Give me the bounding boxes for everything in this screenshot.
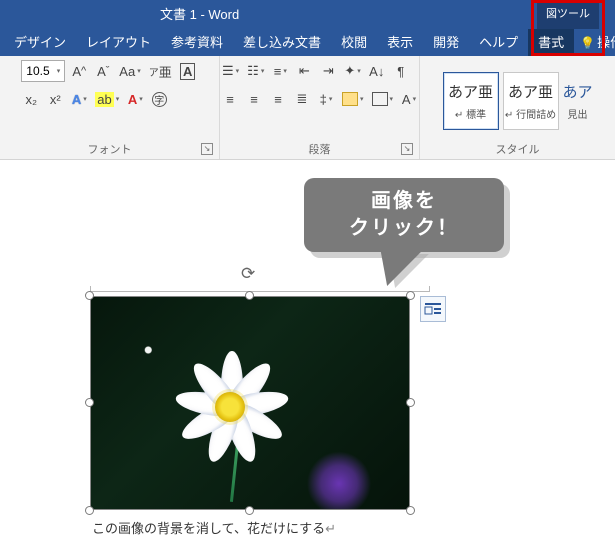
font-size-input[interactable]: 10.5 ▾	[21, 60, 65, 82]
ribbon-tabs: デザイン レイアウト 参考資料 差し込み文書 校閲 表示 開発 ヘルプ 書式 💡…	[0, 29, 615, 56]
show-marks-button[interactable]: ¶	[391, 60, 411, 82]
dialog-launcher-icon[interactable]: ↘	[401, 143, 413, 155]
align-right-button[interactable]: ≡	[268, 88, 288, 110]
grow-font-button[interactable]: A^	[69, 60, 89, 82]
style-no-spacing[interactable]: あア亜 ↵ 行間詰め	[503, 72, 559, 130]
dialog-launcher-icon[interactable]: ↘	[201, 143, 213, 155]
style-heading[interactable]: あア 見出	[563, 72, 593, 130]
multilevel-list-button[interactable]: ≡▾	[270, 60, 290, 82]
selected-image-frame: ⟳	[90, 296, 410, 510]
resize-handle[interactable]	[85, 398, 94, 407]
style-normal[interactable]: あア亜 ↵ 標準	[443, 72, 499, 130]
resize-handle[interactable]	[245, 506, 254, 515]
tab-design[interactable]: デザイン	[4, 29, 76, 56]
ribbon-group-styles: あア亜 ↵ 標準 あア亜 ↵ 行間詰め あア 見出 スタイル	[420, 56, 615, 159]
enclose-characters-button[interactable]: 字	[149, 88, 169, 110]
resize-handle[interactable]	[85, 506, 94, 515]
justify-button[interactable]: ≣	[292, 88, 312, 110]
text-effects-button[interactable]: A▾	[69, 88, 89, 110]
group-label-styles: スタイル	[426, 141, 609, 159]
layout-options-icon	[424, 300, 442, 318]
borders-button[interactable]: ▾	[370, 88, 396, 110]
change-case-button[interactable]: Aa▾	[117, 60, 142, 82]
ribbon-group-font: 10.5 ▾ A^ Aˇ Aa▾ ア亜 A x₂ x² A▾ ab▾ A▾ 字 …	[0, 56, 220, 159]
phonetic-guide-button[interactable]: ア亜	[147, 60, 174, 82]
paragraph-text[interactable]: この画像の背景を消して、花だけにする↵	[92, 518, 336, 537]
inserted-image[interactable]	[90, 296, 410, 510]
resize-handle[interactable]	[406, 291, 415, 300]
tab-references[interactable]: 参考資料	[161, 29, 233, 56]
ribbon-group-paragraph: ☰▾ ☷▾ ≡▾ ⇤ ⇥ ✦▾ A↓ ¶ ≡ ≡ ≡ ≣ ‡▾ ▾ ▾ A▾ 段…	[220, 56, 420, 159]
subscript-button[interactable]: x₂	[21, 88, 41, 110]
paragraph-mark-icon: ↵	[325, 521, 336, 536]
resize-handle[interactable]	[85, 291, 94, 300]
highlight-button[interactable]: ab▾	[93, 88, 121, 110]
numbering-button[interactable]: ☷▾	[245, 60, 266, 82]
line-spacing-button[interactable]: ‡▾	[316, 88, 336, 110]
tab-review[interactable]: 校閲	[331, 29, 377, 56]
chevron-down-icon: ▾	[57, 67, 61, 75]
asian-layout-button[interactable]: ✦▾	[342, 60, 362, 82]
align-center-button[interactable]: ≡	[244, 88, 264, 110]
contextual-tab-picture-tools[interactable]: 図ツール	[537, 0, 599, 29]
shading-button[interactable]: ▾	[340, 88, 366, 110]
superscript-button[interactable]: x²	[45, 88, 65, 110]
tell-me-icon[interactable]: 💡	[580, 36, 595, 50]
document-area[interactable]: 画像を クリック！ ⟳ この画像の背景を消して、花だけにする↵	[0, 160, 615, 560]
sort-button[interactable]: A↓	[367, 60, 387, 82]
align-left-button[interactable]: ≡	[220, 88, 240, 110]
increase-indent-button[interactable]: ⇥	[318, 60, 338, 82]
rotate-handle-icon[interactable]: ⟳	[241, 264, 259, 282]
ribbon: 10.5 ▾ A^ Aˇ Aa▾ ア亜 A x₂ x² A▾ ab▾ A▾ 字 …	[0, 56, 615, 160]
font-size-value: 10.5	[26, 64, 49, 78]
tell-me-label[interactable]: 操作	[595, 29, 615, 56]
tab-view[interactable]: 表示	[377, 29, 423, 56]
tab-developer[interactable]: 開発	[423, 29, 469, 56]
distribute-text-button[interactable]: A▾	[399, 88, 419, 110]
resize-handle[interactable]	[245, 291, 254, 300]
document-title: 文書 1 - Word	[0, 0, 615, 29]
character-border-button[interactable]: A	[178, 60, 198, 82]
group-label-paragraph: 段落 ↘	[226, 141, 413, 159]
tab-layout[interactable]: レイアウト	[76, 29, 161, 56]
tab-mailings[interactable]: 差し込み文書	[233, 29, 331, 56]
decrease-indent-button[interactable]: ⇤	[294, 60, 314, 82]
shrink-font-button[interactable]: Aˇ	[93, 60, 113, 82]
annotation-callout: 画像を クリック！	[304, 178, 504, 252]
bullets-button[interactable]: ☰▾	[220, 60, 241, 82]
group-label-font: フォント ↘	[6, 141, 213, 159]
title-bar: 文書 1 - Word 図ツール	[0, 0, 615, 29]
resize-handle[interactable]	[406, 398, 415, 407]
resize-handle[interactable]	[406, 506, 415, 515]
tab-picture-format[interactable]: 書式	[528, 29, 574, 56]
layout-options-button[interactable]	[420, 296, 446, 322]
tab-help[interactable]: ヘルプ	[469, 29, 528, 56]
font-color-button[interactable]: A▾	[125, 88, 145, 110]
